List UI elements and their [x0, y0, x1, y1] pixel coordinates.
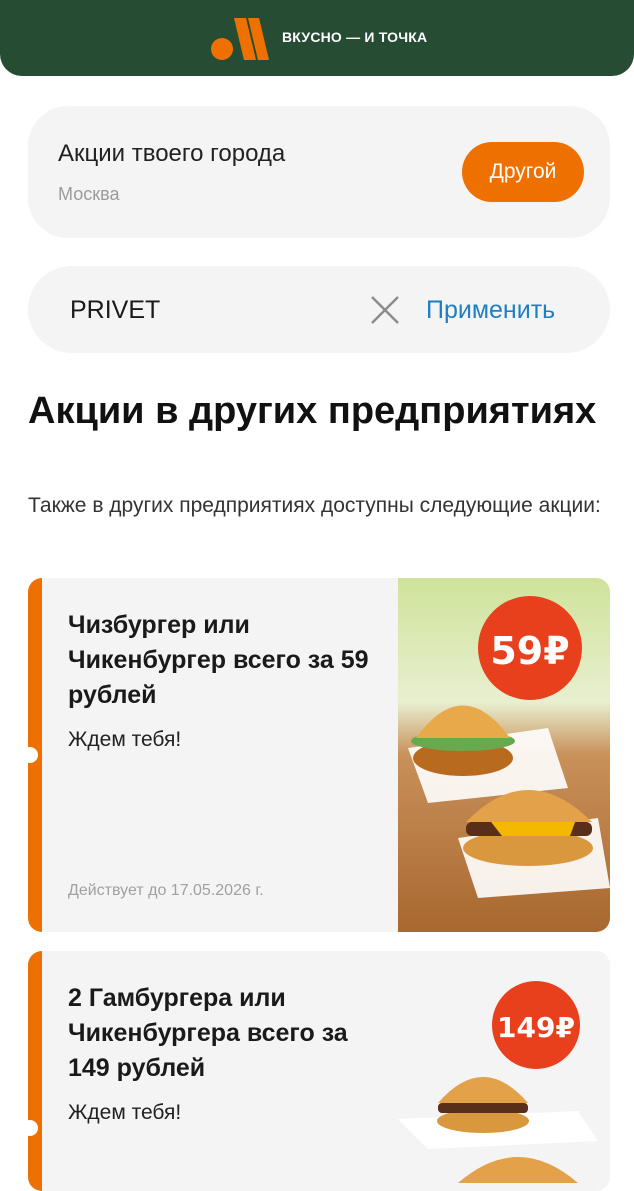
price-badge: 59₽ — [490, 629, 569, 673]
price-badge: 149₽ — [497, 1011, 575, 1044]
offer-card[interactable]: 2 Гамбургера или Чикенбургера всего за 1… — [28, 951, 610, 1191]
offer-accent-stripe — [28, 951, 42, 1191]
city-name: Москва — [58, 184, 120, 204]
change-city-button[interactable]: Другой — [462, 142, 584, 202]
offer-title: Чизбургер или Чикенбургер всего за 59 ру… — [68, 611, 369, 709]
section-title: Акции в других предприятиях — [28, 390, 597, 432]
offer-valid-until: Действует до 17.05.2026 г. — [68, 882, 264, 899]
burger-image: 149₽ — [398, 951, 610, 1191]
section-subtitle: Также в других предприятиях доступны сле… — [28, 494, 601, 517]
offer-subtitle: Ждем тебя! — [68, 728, 182, 751]
offer-card[interactable]: Чизбургер или Чикенбургер всего за 59 ру… — [28, 578, 610, 932]
apply-button[interactable]: Применить — [426, 293, 555, 327]
offer-title: 2 Гамбургера или Чикенбургера всего за 1… — [68, 984, 348, 1082]
app-header: ВКУСНО — И ТОЧКА — [0, 0, 634, 76]
brand-slogan: ВКУСНО — И ТОЧКА — [282, 29, 428, 45]
close-icon[interactable] — [368, 293, 402, 327]
city-card: Акции твоего города Москва Другой — [28, 106, 610, 238]
offer-subtitle: Ждем тебя! — [68, 1101, 182, 1124]
promo-code-bar: Применить — [28, 266, 610, 353]
brand-logo — [211, 18, 269, 60]
promo-code-input[interactable] — [70, 292, 350, 328]
burger-image: 59₽ — [398, 578, 610, 932]
city-title: Акции твоего города — [58, 140, 286, 167]
